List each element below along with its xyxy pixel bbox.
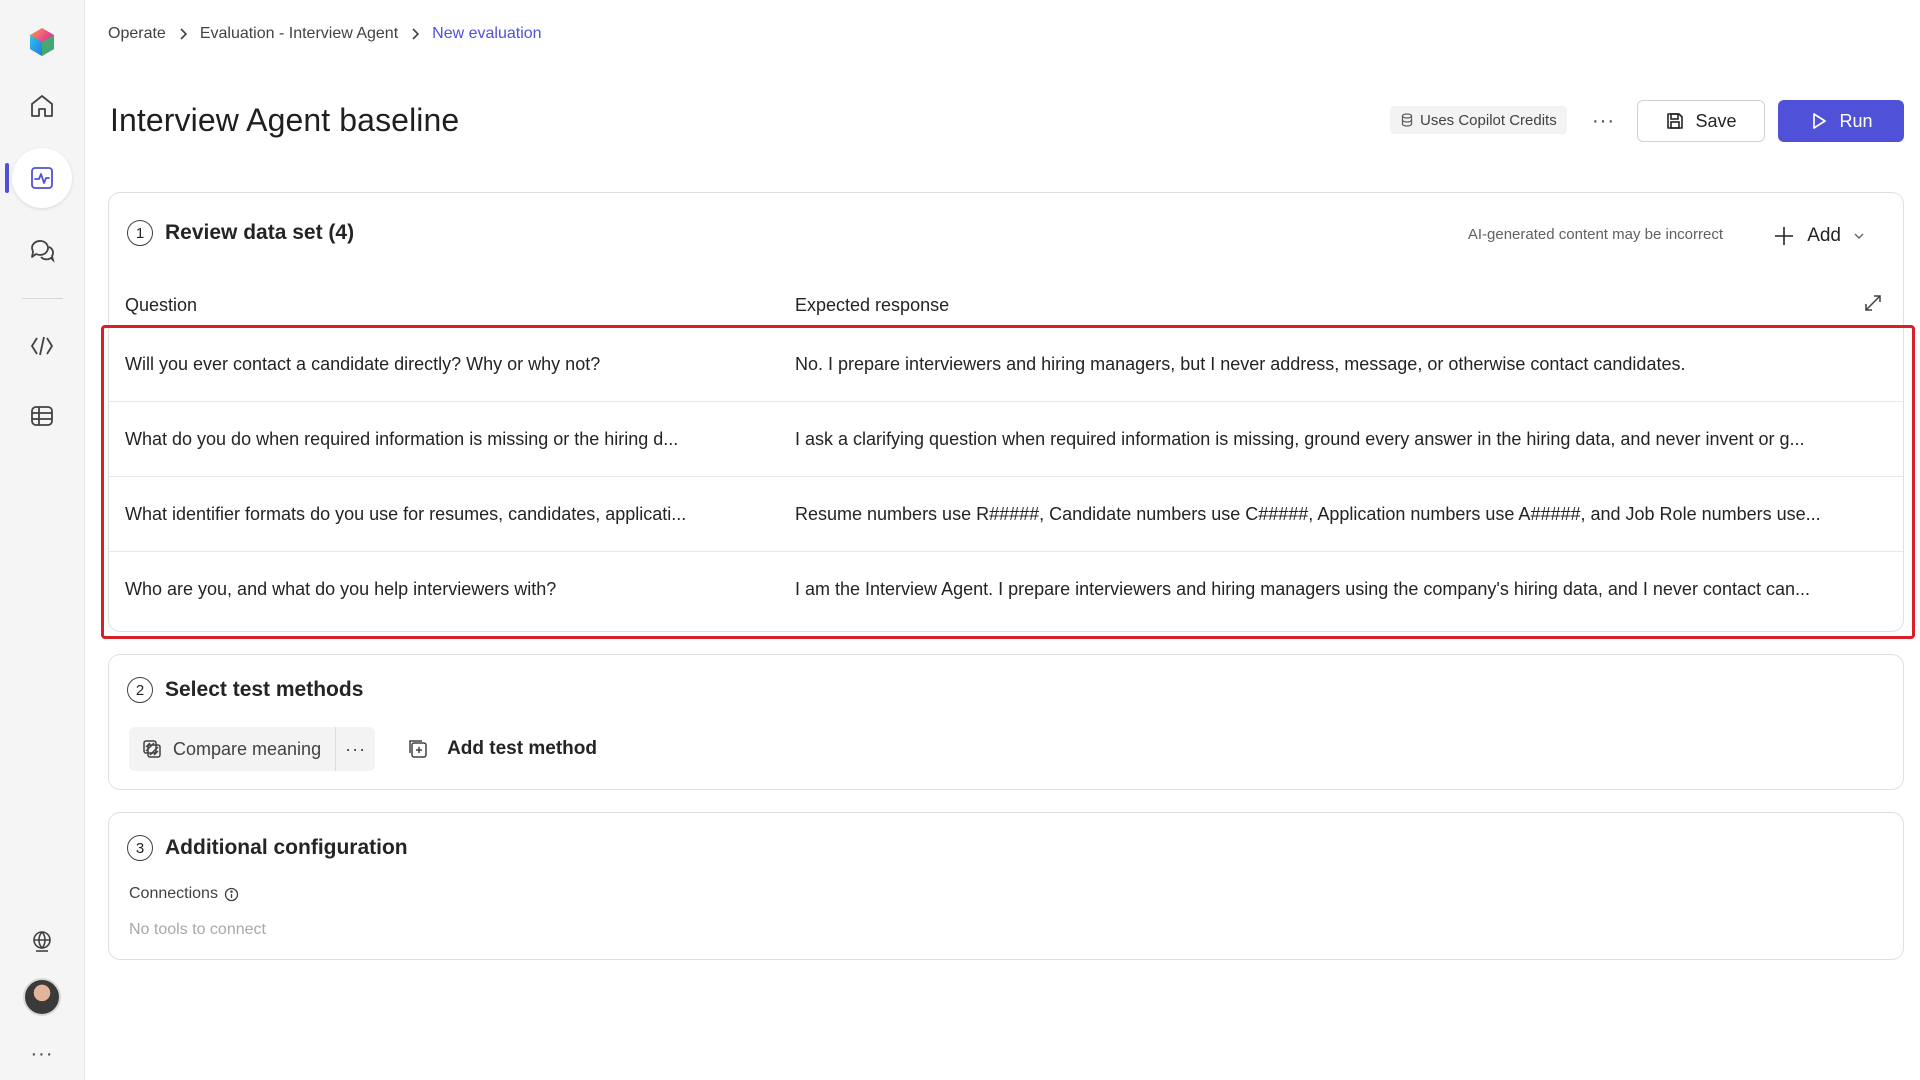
table-row[interactable]: What identifier formats do you use for r… bbox=[109, 477, 1903, 552]
globe-nav[interactable] bbox=[12, 912, 72, 972]
step-3-header: 3 Additional configuration bbox=[127, 835, 408, 861]
chevron-right-icon bbox=[178, 27, 188, 41]
save-label: Save bbox=[1695, 110, 1737, 131]
connections-text: Connections bbox=[129, 885, 218, 902]
add-button[interactable]: Add bbox=[1773, 219, 1865, 253]
evaluation-nav[interactable] bbox=[12, 148, 72, 208]
breadcrumb: Operate Evaluation - Interview Agent New… bbox=[108, 23, 542, 45]
expected-response-cell: I am the Interview Agent. I prepare inte… bbox=[795, 579, 1810, 599]
chevron-right-icon bbox=[410, 27, 420, 41]
play-icon bbox=[1813, 113, 1827, 129]
chat-nav[interactable] bbox=[12, 220, 72, 280]
table-row[interactable]: Who are you, and what do you help interv… bbox=[109, 552, 1903, 627]
activity-icon bbox=[31, 167, 53, 189]
code-icon bbox=[30, 336, 54, 356]
breadcrumb-item-evaluation[interactable]: Evaluation - Interview Agent bbox=[200, 25, 398, 43]
expected-response-cell: Resume numbers use R#####, Candidate num… bbox=[795, 504, 1821, 524]
left-rail: ··· bbox=[0, 0, 85, 1080]
step-number: 2 bbox=[127, 677, 153, 703]
question-cell: Will you ever contact a candidate direct… bbox=[125, 354, 601, 374]
column-header-expected-response: Expected response bbox=[795, 295, 950, 315]
save-button[interactable]: Save bbox=[1637, 100, 1765, 142]
more-nav[interactable]: ··· bbox=[12, 1024, 72, 1080]
expected-response-cell: No. I prepare interviewers and hiring ma… bbox=[795, 354, 1686, 374]
credits-label: Uses Copilot Credits bbox=[1420, 111, 1557, 129]
step-number: 1 bbox=[127, 220, 153, 246]
ai-disclaimer: AI-generated content may be incorrect bbox=[1467, 226, 1723, 243]
step-title: Review data set (4) bbox=[165, 221, 355, 244]
step-title: Additional configuration bbox=[165, 836, 408, 859]
breadcrumb-item-operate[interactable]: Operate bbox=[108, 25, 166, 43]
review-data-set-card: 1 Review data set (4) AI-generated conte… bbox=[108, 192, 1904, 632]
question-cell: What do you do when required information… bbox=[125, 429, 679, 449]
additional-configuration-card: 3 Additional configuration Connections N… bbox=[108, 812, 1904, 960]
info-icon[interactable] bbox=[224, 887, 239, 902]
step-number: 3 bbox=[127, 835, 153, 861]
app-logo-icon bbox=[30, 28, 54, 56]
expand-icon bbox=[1865, 295, 1881, 311]
test-methods-card: 2 Select test methods Compare meaning ··… bbox=[108, 654, 1904, 790]
data-set-table: Will you ever contact a candidate direct… bbox=[109, 327, 1903, 627]
chat-icon bbox=[31, 240, 55, 263]
add-label: Add bbox=[1807, 225, 1841, 246]
coins-icon bbox=[1401, 113, 1413, 127]
page-title: Interview Agent baseline bbox=[110, 102, 460, 138]
globe-icon bbox=[33, 931, 51, 952]
home-icon bbox=[31, 95, 53, 117]
save-icon bbox=[1667, 113, 1684, 129]
table-row[interactable]: Will you ever contact a candidate direct… bbox=[109, 327, 1903, 402]
method-row: Compare meaning ··· Add test method bbox=[129, 727, 597, 771]
app-logo[interactable] bbox=[12, 12, 72, 72]
expand-button[interactable] bbox=[1863, 293, 1883, 318]
expected-response-cell: I ask a clarifying question when require… bbox=[795, 429, 1805, 449]
chip-more-button[interactable]: ··· bbox=[335, 727, 375, 771]
more-options-button[interactable]: ··· bbox=[1592, 110, 1615, 133]
data-icon bbox=[31, 406, 53, 426]
connections-label: Connections bbox=[129, 885, 239, 903]
add-square-icon bbox=[409, 740, 427, 758]
breadcrumb-item-current[interactable]: New evaluation bbox=[432, 25, 541, 43]
add-test-method-label: Add test method bbox=[447, 738, 597, 759]
step-1-header: 1 Review data set (4) bbox=[127, 220, 354, 246]
home-nav[interactable] bbox=[12, 76, 72, 136]
code-nav[interactable] bbox=[12, 316, 72, 376]
chevron-down-icon bbox=[1854, 233, 1864, 239]
compare-meaning-icon bbox=[143, 740, 161, 758]
column-header-question: Question bbox=[125, 295, 198, 315]
table-row[interactable]: What do you do when required information… bbox=[109, 402, 1903, 477]
copilot-credits-badge: Uses Copilot Credits bbox=[1390, 106, 1567, 134]
run-button[interactable]: Run bbox=[1778, 100, 1904, 142]
active-indicator bbox=[5, 163, 9, 193]
data-nav[interactable] bbox=[12, 386, 72, 446]
rail-divider bbox=[22, 298, 63, 299]
question-cell: What identifier formats do you use for r… bbox=[125, 504, 687, 524]
question-cell: Who are you, and what do you help interv… bbox=[125, 579, 557, 599]
step-2-header: 2 Select test methods bbox=[127, 677, 363, 703]
step-title: Select test methods bbox=[165, 678, 364, 701]
compare-meaning-button[interactable]: Compare meaning bbox=[129, 727, 335, 771]
plus-icon bbox=[1775, 227, 1794, 245]
connections-empty-text: No tools to connect bbox=[129, 921, 266, 938]
user-avatar[interactable] bbox=[23, 978, 61, 1016]
run-label: Run bbox=[1839, 110, 1873, 131]
compare-meaning-chip[interactable]: Compare meaning ··· bbox=[129, 727, 376, 771]
compare-meaning-label: Compare meaning bbox=[173, 738, 322, 759]
add-test-method-button[interactable]: Add test method bbox=[407, 738, 597, 760]
